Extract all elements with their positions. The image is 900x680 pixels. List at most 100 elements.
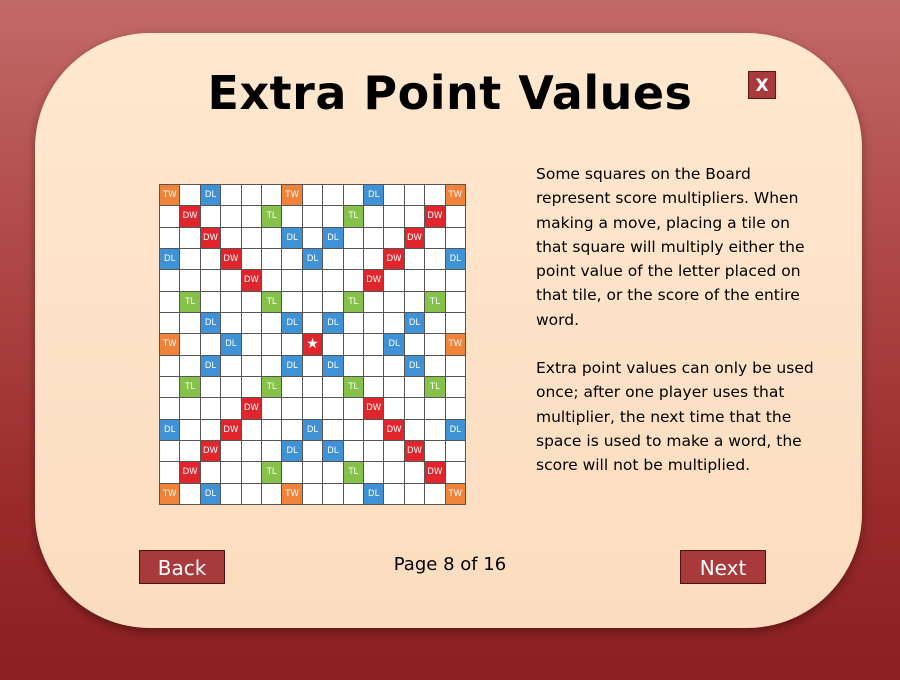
board-square [425, 249, 446, 271]
board-square [363, 377, 385, 399]
bonus-square-dw: DW [200, 227, 222, 249]
bonus-square-tl: TL [425, 377, 446, 399]
board-square [343, 270, 364, 292]
board-square [200, 249, 222, 271]
board-square [302, 313, 324, 335]
bonus-square-dl: DL [323, 355, 344, 377]
board-square [425, 483, 446, 505]
board-square [445, 462, 466, 484]
board-square [323, 398, 344, 420]
board-square [384, 227, 405, 249]
board-square [384, 398, 405, 420]
board-square [160, 377, 181, 399]
board-square [261, 185, 283, 207]
bonus-square-dw: DW [221, 249, 242, 271]
board-square [221, 355, 242, 377]
board-square [445, 377, 466, 399]
board-square [282, 334, 303, 356]
bonus-square-dw: DW [425, 206, 446, 228]
bonus-square-dl: DL [160, 249, 181, 271]
bonus-square-tl: TL [261, 206, 283, 228]
board-square [323, 419, 344, 441]
board-square [241, 249, 262, 271]
board-square [160, 270, 181, 292]
board-square [445, 206, 466, 228]
board-square [384, 313, 405, 335]
board-square [221, 313, 242, 335]
board-square [363, 291, 385, 313]
board-square [363, 249, 385, 271]
bonus-square-dw: DW [384, 249, 405, 271]
bonus-square-dl: DL [282, 227, 303, 249]
board-square [282, 270, 303, 292]
bonus-square-dw: DW [363, 270, 385, 292]
board-square [261, 249, 283, 271]
board-square [384, 355, 405, 377]
board-square [363, 355, 385, 377]
bonus-square-dl: DL [302, 249, 324, 271]
board-square [282, 462, 303, 484]
board-square [241, 185, 262, 207]
board-square [221, 441, 242, 463]
board-square [343, 441, 364, 463]
board-square [160, 441, 181, 463]
board-square [425, 185, 446, 207]
board-square [200, 291, 222, 313]
board-square [323, 291, 344, 313]
board-square [221, 462, 242, 484]
board-square [180, 334, 201, 356]
board-square [160, 227, 181, 249]
board-square [425, 313, 446, 335]
board-square [180, 355, 201, 377]
bonus-square-dw: DW [221, 419, 242, 441]
bonus-square-dl: DL [160, 419, 181, 441]
board-square [282, 206, 303, 228]
board-square [404, 419, 426, 441]
bonus-square-tl: TL [261, 291, 283, 313]
board-square [323, 334, 344, 356]
game-board: TW DL TW DL TW DW TL TL DW DW DL DL DW DL DW DL DW DL DW DW… [159, 184, 466, 505]
close-button[interactable]: X [748, 71, 776, 99]
bonus-square-dl: DL [323, 227, 344, 249]
board-square [323, 206, 344, 228]
board-square [445, 270, 466, 292]
board-square [261, 483, 283, 505]
board-square [241, 334, 262, 356]
board-square [404, 398, 426, 420]
board-square [323, 483, 344, 505]
description-paragraph: Extra point values can only be used once… [536, 359, 814, 475]
board-square [221, 206, 242, 228]
board-square [200, 206, 222, 228]
bonus-square-tw: TW [160, 483, 181, 505]
board-square [160, 291, 181, 313]
board-square [160, 206, 181, 228]
board-square [363, 334, 385, 356]
board-square [241, 206, 262, 228]
bonus-square-dw: DW [180, 206, 201, 228]
board-square [180, 249, 201, 271]
bonus-square-dl: DL [404, 313, 426, 335]
board-square [180, 185, 201, 207]
board-square [200, 270, 222, 292]
board-square [180, 227, 201, 249]
board-square [221, 227, 242, 249]
board-square [282, 249, 303, 271]
board-square [404, 185, 426, 207]
next-button[interactable]: Next [680, 550, 766, 584]
board-square [180, 398, 201, 420]
board-square [241, 483, 262, 505]
board-square [302, 291, 324, 313]
board-square [343, 398, 364, 420]
board-square [282, 419, 303, 441]
board-square [261, 270, 283, 292]
board-square [160, 462, 181, 484]
bonus-square-dl: DL [282, 355, 303, 377]
description-paragraph: Some squares on the Board represent scor… [536, 165, 805, 329]
board-square [302, 377, 324, 399]
board-square [282, 398, 303, 420]
board-square [241, 291, 262, 313]
bonus-square-tl: TL [343, 462, 364, 484]
board-square [241, 462, 262, 484]
board-square [343, 355, 364, 377]
board-square [160, 313, 181, 335]
